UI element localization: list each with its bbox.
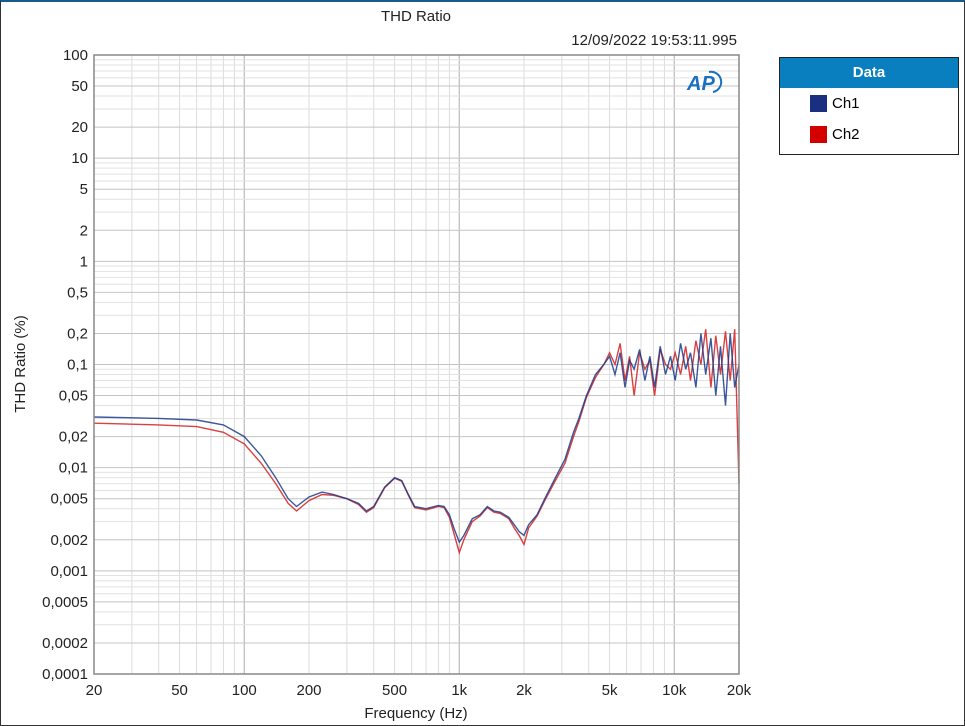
x-tick-label: 200 [296,682,321,699]
x-tick-label: 100 [232,682,257,699]
x-tick-label: 20 [86,682,103,699]
x-tick-label: 1k [451,682,467,699]
x-axis-label: Frequency (Hz) [364,705,467,722]
legend-title: Data [780,58,958,88]
ch2-swatch [810,126,827,143]
y-tick-label: 5 [80,181,88,198]
y-tick-label: 0,5 [67,284,88,301]
y-axis-label: THD Ratio (%) [12,315,29,413]
y-tick-label: 2 [80,222,88,239]
legend-label: Ch1 [832,95,860,112]
y-tick-label: 100 [63,47,88,64]
x-tick-label: 2k [516,682,532,699]
tick-labels: 20 50 100 200 500 1k 2k 5k 10k 20k 100 50 20 10 5 2 1 0,5… [42,47,751,699]
y-tick-label: 0,001 [50,563,88,580]
y-tick-label: 1 [80,253,88,270]
y-tick-label: 0,0001 [42,666,88,683]
y-tick-label: 20 [71,119,88,136]
x-tick-label: 20k [727,682,752,699]
y-tick-label: 0,005 [50,491,88,508]
y-tick-label: 0,0005 [42,594,88,611]
legend: Data Ch1 Ch2 [779,57,959,155]
y-tick-label: 0,2 [67,325,88,342]
legend-item-ch2[interactable]: Ch2 [780,119,958,150]
x-tick-label: 500 [382,682,407,699]
chart-timestamp: 12/09/2022 19:53:11.995 [571,32,737,49]
chart-window: THD Ratio 12/09/2022 19:53:11.995 205010… [0,0,965,726]
y-tick-label: 0,1 [67,357,88,374]
y-tick-label: 0,002 [50,532,88,549]
ch1-swatch [810,95,827,112]
chart-title: THD Ratio [381,8,451,25]
svg-text:AP: AP [686,73,715,95]
legend-label: Ch2 [832,126,860,143]
y-tick-label: 0,02 [59,429,88,446]
series-lines [94,329,739,553]
y-tick-label: 0,05 [59,388,88,405]
y-tick-label: 10 [71,150,88,167]
x-tick-label: 10k [662,682,687,699]
legend-item-ch1[interactable]: Ch1 [780,88,958,119]
ap-logo: AP [686,72,721,95]
x-tick-label: 50 [171,682,188,699]
y-tick-label: 50 [71,78,88,95]
y-tick-label: 0,01 [59,460,88,477]
x-tick-label: 5k [602,682,618,699]
y-tick-label: 0,0002 [42,635,88,652]
